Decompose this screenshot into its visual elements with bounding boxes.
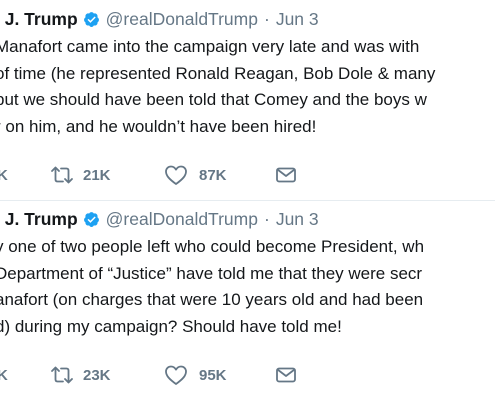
- tweet-text-line: anafort (on charges that were 10 years o…: [0, 290, 424, 309]
- tweet[interactable]: l J. Trump @realDonaldTrump · Jun 3 y on…: [0, 200, 495, 400]
- tweet-text-line: Department of “Justice” have told me tha…: [0, 263, 423, 283]
- author-name[interactable]: l J. Trump: [0, 9, 78, 30]
- reply-count: K: [0, 166, 8, 184]
- tweet-text-line: but we should have been told that Comey …: [0, 90, 427, 109]
- verified-badge-icon: [83, 211, 100, 228]
- tweet-date[interactable]: Jun 3: [276, 209, 319, 230]
- retweet-icon: [50, 365, 74, 385]
- heart-icon: [164, 164, 188, 186]
- direct-message-icon: [275, 366, 297, 384]
- tweet-text-line: y one of two people left who could becom…: [0, 237, 425, 256]
- heart-icon: [164, 364, 188, 386]
- reply-button[interactable]: K: [0, 363, 8, 387]
- author-name[interactable]: l J. Trump: [0, 209, 78, 230]
- tweet-text-line: of time (he represented Ronald Reagan, B…: [0, 63, 436, 83]
- author-handle[interactable]: @realDonaldTrump: [106, 209, 258, 230]
- tweet-text-line: r on him, and he wouldn’t have been hire…: [0, 116, 317, 136]
- separator-dot: ·: [263, 8, 270, 29]
- retweet-count: 21K: [83, 166, 111, 184]
- reply-count: K: [0, 366, 8, 384]
- reply-button[interactable]: K: [0, 163, 8, 187]
- verified-badge-icon: [83, 11, 100, 28]
- tweet-date[interactable]: Jun 3: [276, 9, 319, 30]
- tweet-text-line: Manafort came into the campaign very lat…: [0, 37, 420, 56]
- direct-message-button[interactable]: [275, 163, 297, 187]
- author-handle[interactable]: @realDonaldTrump: [106, 9, 258, 30]
- direct-message-button[interactable]: [275, 363, 297, 387]
- tweet-actions: K 23K 95K: [0, 363, 495, 387]
- tweet[interactable]: l J. Trump @realDonaldTrump · Jun 3 Mana…: [0, 0, 495, 200]
- like-button[interactable]: 87K: [164, 163, 227, 187]
- retweet-button[interactable]: 23K: [50, 363, 111, 387]
- like-count: 95K: [199, 366, 227, 384]
- direct-message-icon: [275, 166, 297, 184]
- retweet-count: 23K: [83, 366, 111, 384]
- like-count: 87K: [199, 166, 227, 184]
- retweet-icon: [50, 165, 74, 185]
- tweet-actions: K 21K 87K: [0, 163, 495, 187]
- separator-dot: ·: [263, 208, 270, 229]
- like-button[interactable]: 95K: [164, 363, 227, 387]
- tweet-header: l J. Trump @realDonaldTrump · Jun 3: [0, 7, 319, 31]
- tweet-header: l J. Trump @realDonaldTrump · Jun 3: [0, 207, 319, 231]
- retweet-button[interactable]: 21K: [50, 163, 111, 187]
- tweet-text: Manafort came into the campaign very lat…: [0, 34, 495, 140]
- tweet-text-line: d) during my campaign? Should have told …: [0, 316, 342, 336]
- tweet-text: y one of two people left who could becom…: [0, 234, 495, 340]
